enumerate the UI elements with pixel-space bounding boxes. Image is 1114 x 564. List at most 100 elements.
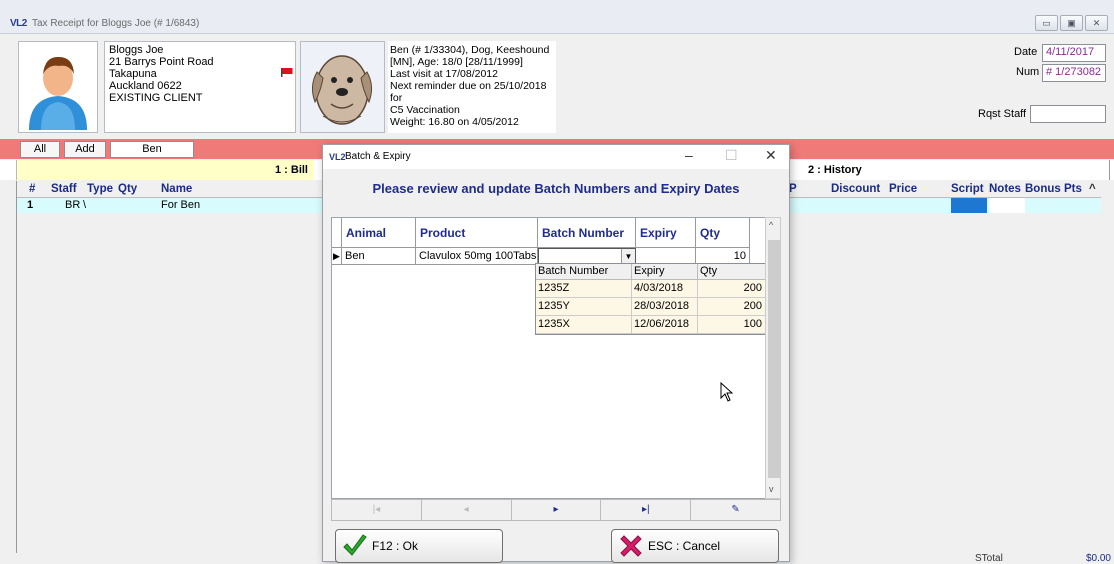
col-qty[interactable]: Qty	[118, 183, 137, 195]
next-record-icon[interactable]: ▸	[512, 500, 602, 520]
cancel-label: ESC : Cancel	[648, 539, 721, 553]
pet-line5: C5 Vaccination	[390, 104, 460, 116]
dialog-scrollbar[interactable]: ^ v	[765, 217, 781, 499]
dog-icon	[311, 55, 373, 125]
col-qty[interactable]: Qty	[696, 218, 750, 248]
maximize-icon[interactable]: ▣	[1060, 15, 1083, 31]
batch-expiry-dialog: VL2 Batch & Expiry – ☐ ✕ Please review a…	[322, 144, 790, 563]
mouse-cursor-icon	[720, 382, 734, 402]
client-address3: Auckland 0622	[109, 80, 182, 92]
close-icon[interactable]: ✕	[1085, 15, 1108, 31]
edit-record-icon[interactable]: ✎	[691, 500, 780, 520]
dd-col-batch: Batch Number	[536, 264, 632, 280]
col-hash[interactable]: #	[29, 183, 35, 195]
dialog-close-icon[interactable]: ✕	[765, 147, 777, 164]
col-staff[interactable]: Staff	[51, 183, 77, 195]
col-expiry[interactable]: Expiry	[636, 218, 696, 248]
stotal-label: STotal	[975, 553, 1003, 564]
batch-grid-header: Animal Product Batch Number Expiry Qty	[332, 218, 750, 248]
col-bonus[interactable]: Bonus Pts	[1025, 183, 1082, 195]
col-discount[interactable]: Discount	[831, 183, 880, 195]
dd-qty-2[interactable]: 200	[698, 298, 766, 316]
client-address1: 21 Barrys Point Road	[109, 56, 214, 68]
ok-label: F12 : Ok	[372, 539, 419, 553]
dd-batch-3[interactable]: 1235X	[536, 316, 632, 334]
app-icon: VL2	[10, 18, 27, 29]
date-label: Date	[1014, 46, 1038, 58]
dd-qty-1[interactable]: 200	[698, 280, 766, 298]
prior-record-icon[interactable]: ◂	[422, 500, 512, 520]
rqst-staff-label: Rqst Staff	[978, 108, 1027, 120]
tab-history[interactable]: 2 : History	[784, 160, 1110, 180]
scroll-down-icon[interactable]: v	[769, 484, 774, 494]
col-notes[interactable]: Notes	[989, 183, 1021, 195]
dropdown-arrow-icon[interactable]: ▼	[621, 249, 635, 264]
dialog-app-icon: VL2	[329, 152, 346, 162]
rqst-staff-input[interactable]	[1030, 105, 1106, 123]
row-name: For Ben	[161, 199, 201, 211]
window-title: Tax Receipt for Bloggs Joe (# 1/6843)	[32, 18, 200, 29]
dialog-maximize-icon[interactable]: ☐	[725, 147, 738, 164]
dialog-titlebar: VL2 Batch & Expiry – ☐ ✕	[323, 145, 789, 169]
client-details: Bloggs Joe 21 Barrys Point Road Takapuna…	[104, 41, 296, 133]
dd-batch-1[interactable]: 1235Z	[536, 280, 632, 298]
col-name[interactable]: Name	[161, 183, 192, 195]
dd-col-qty: Qty	[698, 264, 766, 280]
pet-line6: Weight: 16.80 on 4/05/2012	[390, 116, 519, 128]
ok-button[interactable]: F12 : Ok	[335, 529, 503, 563]
notes-cell[interactable]	[989, 198, 1025, 213]
pet-line4: Next reminder due on 25/10/2018 for	[390, 80, 547, 104]
person-icon	[29, 56, 87, 130]
num-input[interactable]: # 1/273082	[1042, 64, 1106, 82]
dd-expiry-3[interactable]: 12/06/2018	[632, 316, 698, 334]
dd-qty-3[interactable]: 100	[698, 316, 766, 334]
client-name: Bloggs Joe	[109, 44, 164, 56]
dd-batch-2[interactable]: 1235Y	[536, 298, 632, 316]
client-address2: Takapuna	[109, 68, 157, 80]
pet-picture	[300, 41, 385, 133]
cancel-button[interactable]: ESC : Cancel	[611, 529, 779, 563]
col-price[interactable]: Price	[889, 183, 917, 195]
all-button[interactable]: All	[20, 141, 60, 158]
col-p[interactable]: P	[789, 183, 797, 195]
pet-line1: Ben (# 1/33304), Dog, Keeshound	[390, 44, 550, 56]
col-animal[interactable]: Animal	[342, 218, 416, 248]
window-controls: ▭ ▣ ✕	[1035, 15, 1108, 31]
flag-icon	[281, 68, 293, 77]
dd-expiry-2[interactable]: 28/03/2018	[632, 298, 698, 316]
tab-bill[interactable]: 1 : Bill	[16, 160, 314, 180]
cell-animal[interactable]: Ben	[342, 248, 416, 265]
check-icon	[343, 534, 367, 556]
first-record-icon[interactable]: |◂	[332, 500, 422, 520]
minimize-icon[interactable]: ▭	[1035, 15, 1058, 31]
last-record-icon[interactable]: ▸|	[601, 500, 692, 520]
row-indicator-header	[332, 218, 342, 248]
cell-product[interactable]: Clavulox 50mg 100Tabs	[416, 248, 538, 265]
col-product[interactable]: Product	[416, 218, 538, 248]
col-batch-number[interactable]: Batch Number	[538, 218, 636, 248]
dd-expiry-1[interactable]: 4/03/2018	[632, 280, 698, 298]
row-type: \	[83, 199, 87, 211]
client-header: Bloggs Joe 21 Barrys Point Road Takapuna…	[0, 35, 1114, 137]
dialog-title: Batch & Expiry	[345, 151, 411, 162]
client-status: EXISTING CLIENT	[109, 92, 203, 104]
dialog-minimize-icon[interactable]: –	[685, 147, 693, 163]
col-script[interactable]: Script	[951, 183, 984, 195]
client-avatar	[18, 41, 98, 133]
stotal: STotal $0.00	[975, 553, 1114, 564]
record-navigator: |◂ ◂ ▸ ▸| ✎	[331, 499, 781, 521]
pet-line2: [MN], Age: 18/0 [28/11/1999]	[390, 56, 523, 68]
dialog-heading: Please review and update Batch Numbers a…	[372, 181, 740, 196]
cross-icon	[620, 535, 642, 557]
row-staff: BR	[65, 199, 81, 211]
date-input[interactable]: 4/11/2017	[1042, 44, 1106, 62]
add-button[interactable]: Add	[64, 141, 106, 158]
scroll-up-icon[interactable]: ^	[769, 220, 773, 230]
row-num: 1	[27, 199, 34, 211]
scroll-up-icon[interactable]: ^	[1089, 183, 1096, 195]
col-type[interactable]: Type	[87, 183, 113, 195]
window-titlebar: VL2 Tax Receipt for Bloggs Joe (# 1/6843…	[0, 0, 1114, 34]
script-cell[interactable]	[951, 198, 987, 213]
scrollbar-thumb[interactable]	[768, 240, 780, 478]
patient-tab-ben[interactable]: Ben	[110, 141, 194, 158]
